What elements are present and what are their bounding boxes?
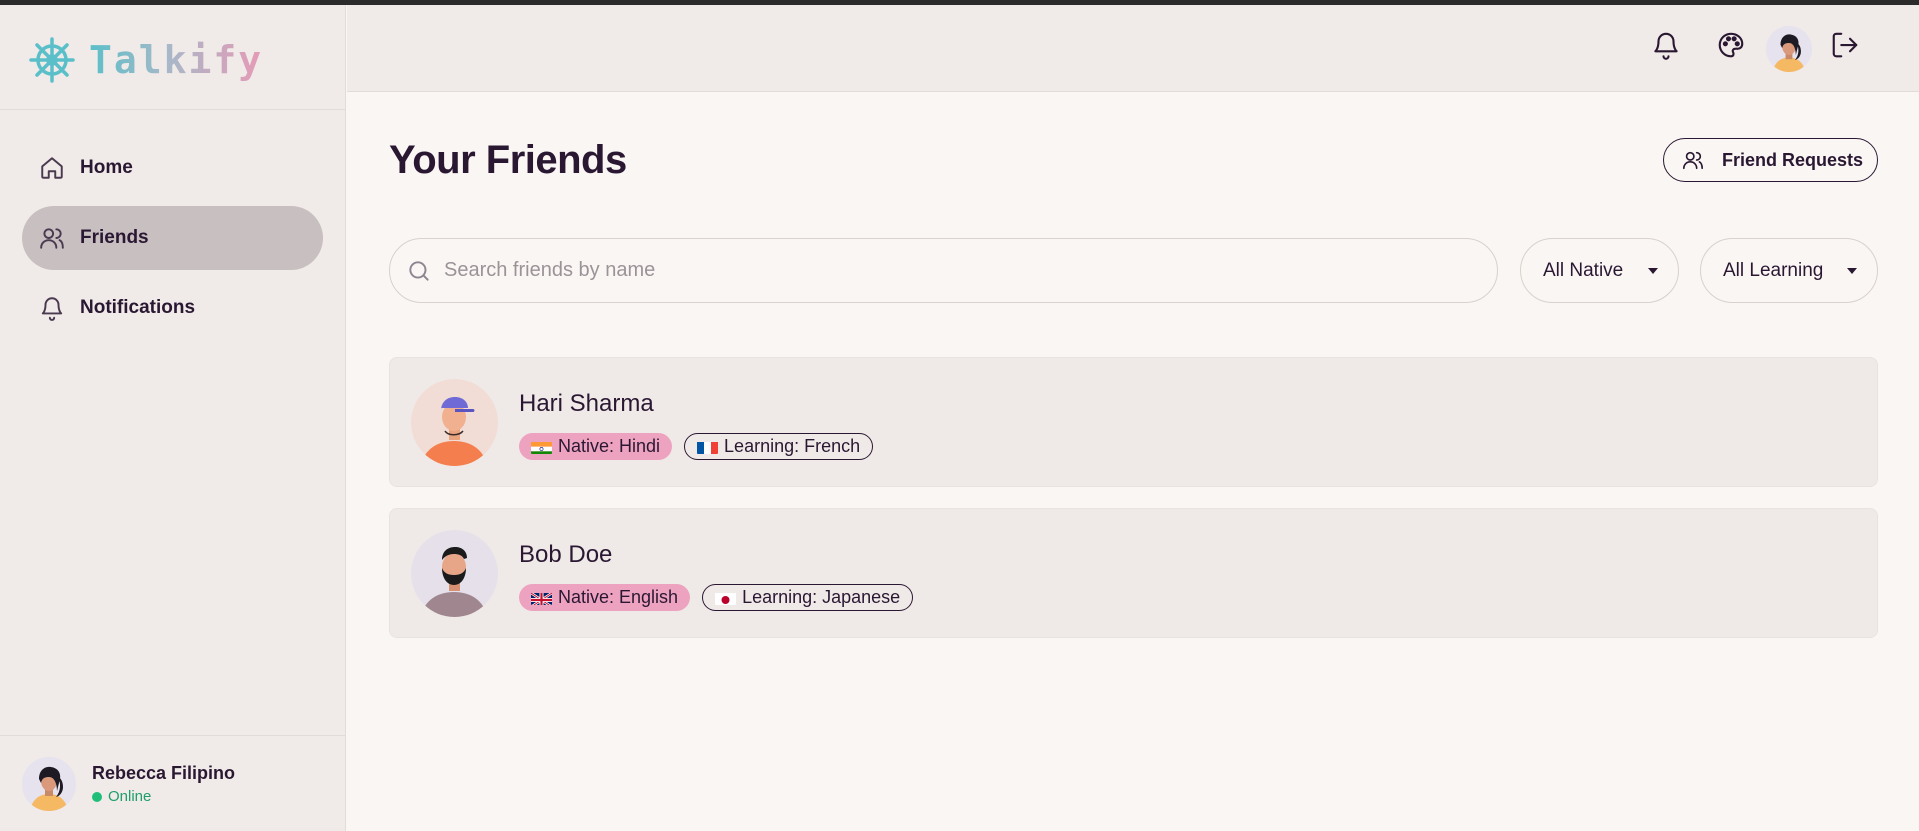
theme-button[interactable] bbox=[1709, 23, 1753, 67]
bell-icon bbox=[38, 294, 66, 322]
learning-language-label: Learning: French bbox=[724, 436, 861, 456]
avatar[interactable] bbox=[1766, 26, 1812, 72]
sidebar-item-notifications[interactable]: Notifications bbox=[22, 276, 323, 340]
app-name: Talkify bbox=[89, 38, 264, 82]
sidebar-item-label: Friends bbox=[80, 227, 149, 248]
avatar bbox=[22, 757, 76, 811]
bell-icon bbox=[1654, 32, 1678, 60]
friend-name: Hari Sharma bbox=[519, 390, 654, 417]
chevron-down-icon bbox=[1847, 268, 1857, 274]
current-user[interactable]: Rebecca Filipino Online bbox=[22, 757, 235, 811]
user-name: Rebecca Filipino bbox=[92, 763, 236, 783]
friend-requests-button[interactable]: Friend Requests bbox=[1663, 138, 1878, 182]
avatar bbox=[411, 379, 498, 466]
notifications-button[interactable] bbox=[1644, 23, 1688, 67]
friend-card[interactable]: Hari Sharma Native: Hindi Learning: Fren… bbox=[389, 357, 1878, 487]
friend-card[interactable]: Bob Doe Native: English Learning: Japane… bbox=[389, 508, 1878, 638]
home-icon bbox=[38, 154, 66, 182]
friend-requests-label: Friend Requests bbox=[1722, 149, 1864, 170]
chevron-down-icon bbox=[1648, 268, 1658, 274]
language-tags: Native: English Learning: Japanese bbox=[519, 584, 925, 611]
learning-language-filter[interactable]: All Learning bbox=[1700, 238, 1878, 303]
native-language-label: Native: Hindi bbox=[558, 436, 661, 456]
france-flag-icon bbox=[697, 440, 719, 454]
sidebar-item-home[interactable]: Home bbox=[22, 136, 323, 200]
learning-language-badge: Learning: French bbox=[684, 433, 874, 460]
native-filter-label: All Native bbox=[1543, 259, 1624, 281]
learning-filter-label: All Learning bbox=[1723, 259, 1824, 281]
sidebar: Talkify Home Friends Notifications Rebec… bbox=[0, 5, 346, 831]
search-input[interactable] bbox=[444, 259, 1444, 282]
sidebar-nav: Home Friends Notifications bbox=[22, 136, 323, 346]
sidebar-item-friends[interactable]: Friends bbox=[22, 206, 323, 270]
native-language-filter[interactable]: All Native bbox=[1520, 238, 1679, 303]
native-language-label: Native: English bbox=[558, 587, 679, 607]
users-icon bbox=[1683, 151, 1703, 170]
logout-button[interactable] bbox=[1823, 23, 1867, 67]
palette-icon bbox=[1718, 32, 1744, 58]
logout-icon bbox=[1832, 32, 1858, 58]
learning-language-badge: Learning: Japanese bbox=[702, 584, 914, 611]
native-language-badge: Native: English bbox=[519, 584, 691, 611]
uk-flag-icon bbox=[531, 591, 552, 605]
status-label: Online bbox=[108, 788, 152, 805]
sidebar-item-label: Home bbox=[80, 157, 133, 178]
search-field[interactable] bbox=[389, 238, 1498, 303]
sidebar-item-label: Notifications bbox=[80, 297, 196, 318]
online-status: Online bbox=[92, 788, 235, 805]
users-icon bbox=[38, 224, 66, 252]
japan-flag-icon bbox=[715, 591, 737, 605]
native-language-badge: Native: Hindi bbox=[519, 433, 673, 460]
ship-wheel-icon bbox=[29, 37, 75, 83]
app-logo[interactable]: Talkify bbox=[29, 37, 263, 83]
learning-language-label: Learning: Japanese bbox=[742, 587, 901, 607]
sidebar-divider bbox=[0, 109, 346, 110]
friend-name: Bob Doe bbox=[519, 541, 613, 568]
avatar bbox=[411, 530, 498, 617]
india-flag-icon bbox=[531, 440, 552, 454]
search-icon bbox=[409, 260, 429, 281]
sidebar-footer-divider bbox=[0, 735, 346, 736]
online-dot bbox=[92, 791, 102, 802]
language-tags: Native: Hindi Learning: French bbox=[519, 433, 885, 460]
page-title: Your Friends bbox=[389, 138, 627, 182]
